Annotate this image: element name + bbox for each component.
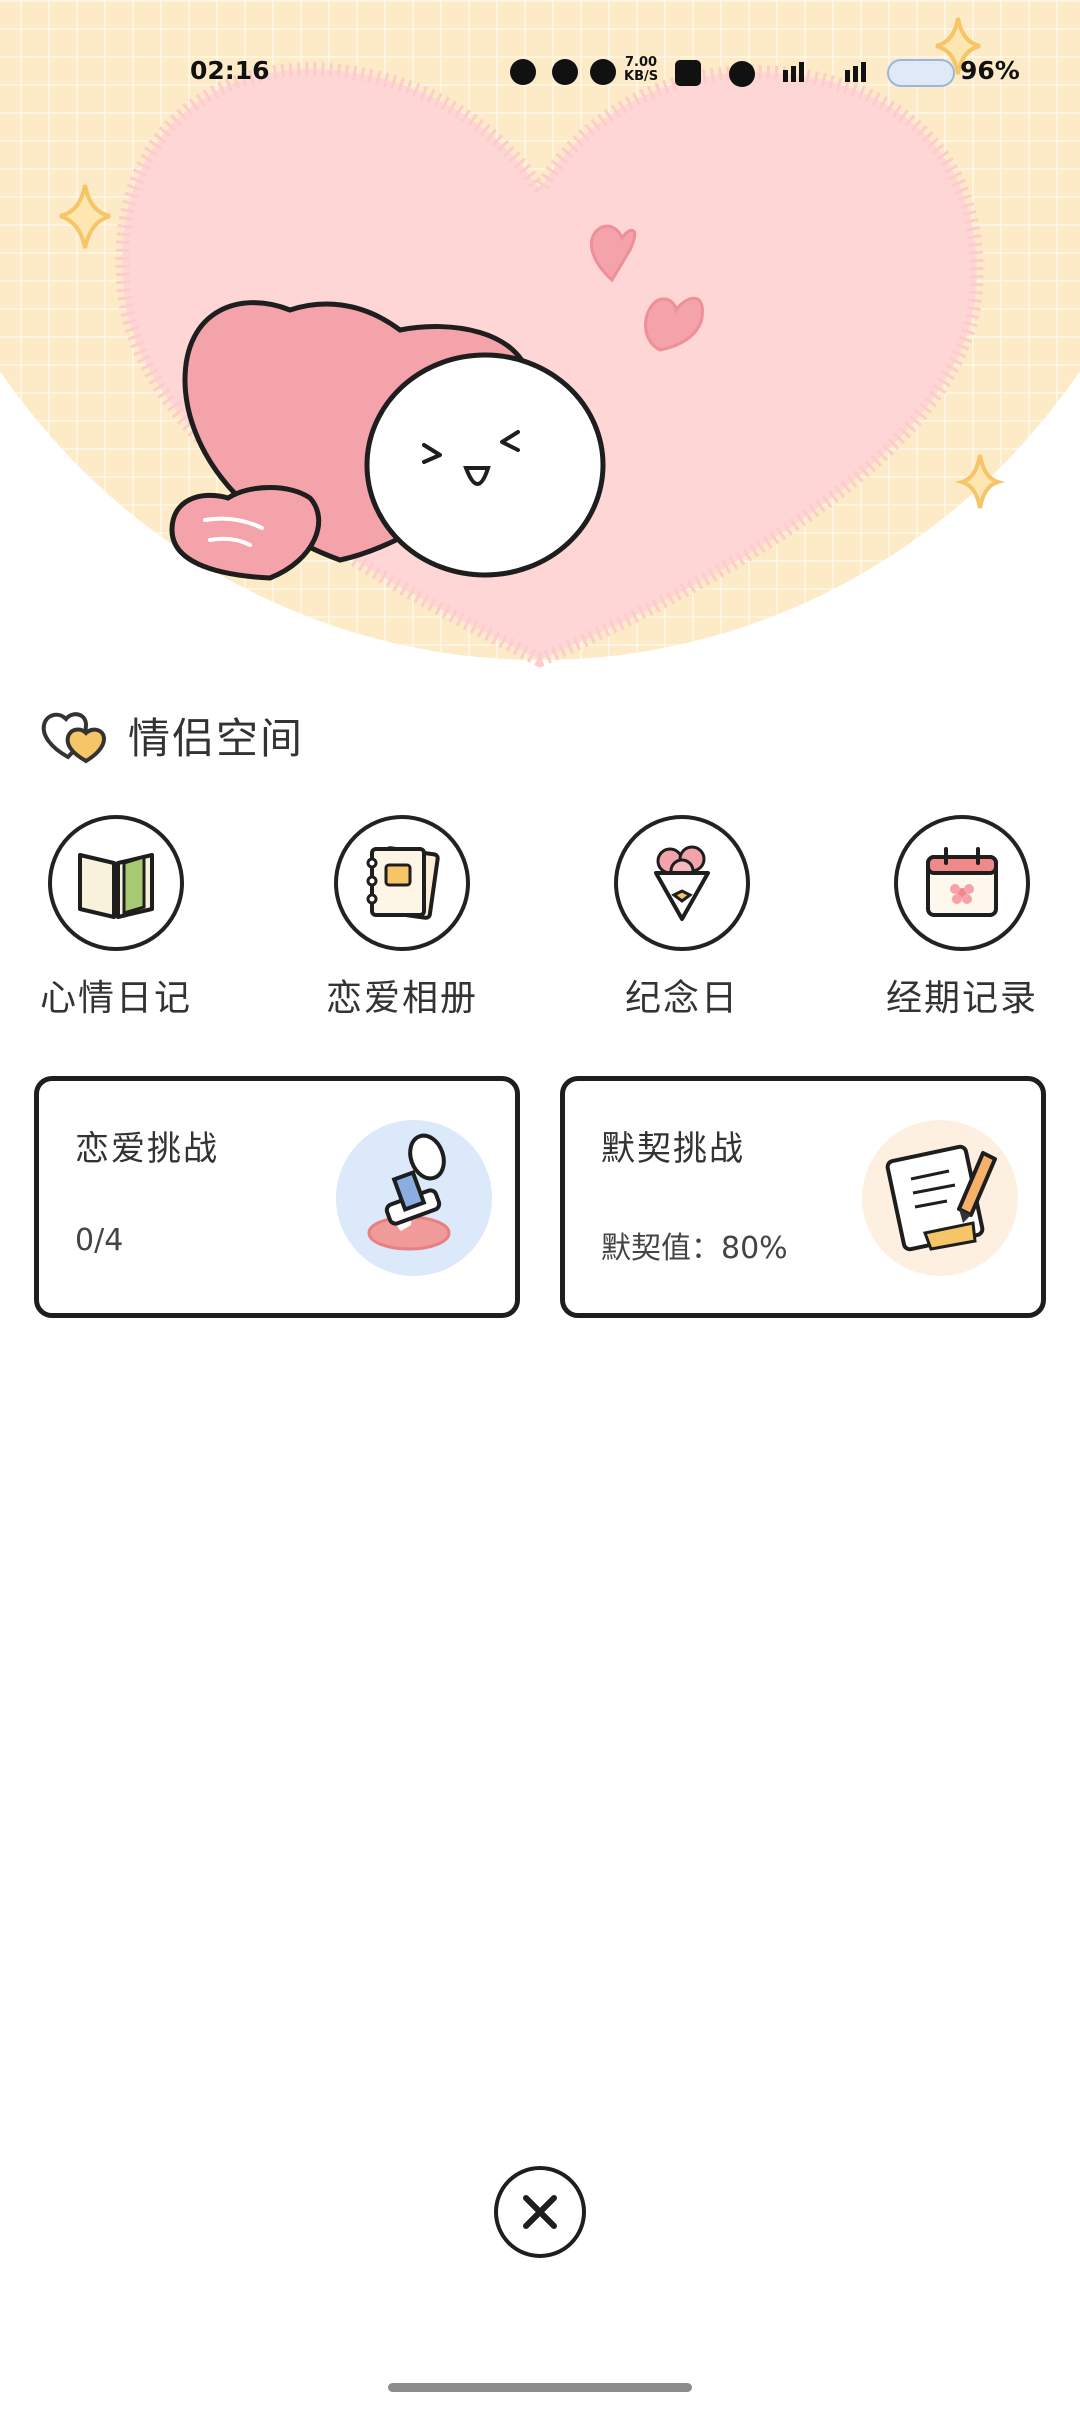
section-title: 情侣空间 — [128, 713, 305, 763]
close-icon — [523, 2195, 557, 2229]
album-icon — [366, 846, 440, 920]
feature-label: 恋爱相册 — [325, 978, 478, 1019]
status-icons — [510, 59, 955, 87]
feature-anniversary-circle[interactable] — [614, 815, 750, 951]
couple-hearts-icon — [41, 712, 107, 764]
notepad-pencil-icon — [862, 1120, 1018, 1276]
network-speed-value: 7.00 — [625, 55, 658, 70]
feature-mood-diary[interactable]: 心情日记 — [6, 815, 226, 1021]
feature-period-record[interactable]: 经期记录 — [852, 815, 1072, 1021]
network-speed: 7.00 KB/S — [624, 56, 658, 84]
book-icon — [78, 853, 154, 919]
card-score: 默契值：80% — [601, 1231, 788, 1266]
love-challenge-card[interactable]: 恋爱挑战 0/4 — [34, 1076, 520, 1318]
header-banner — [0, 0, 1080, 670]
tacit-challenge-card[interactable]: 默契挑战 默契值：80% — [560, 1076, 1046, 1318]
bouquet-icon — [654, 845, 710, 921]
section-header: 情侣空间 — [40, 700, 304, 770]
feature-mood-diary-circle[interactable] — [48, 815, 184, 951]
battery-level: 96% — [960, 56, 1020, 85]
status-bar: 02:16 7.00 KB/S 96% — [0, 52, 1080, 92]
card-title: 恋爱挑战 — [75, 1129, 219, 1169]
feature-love-album[interactable]: 恋爱相册 — [292, 815, 512, 1021]
stamp-icon — [336, 1120, 492, 1276]
feature-label: 经期记录 — [885, 978, 1038, 1019]
feature-love-album-circle[interactable] — [334, 815, 470, 951]
feature-label: 心情日记 — [39, 978, 192, 1019]
feature-label: 纪念日 — [624, 978, 739, 1019]
feature-period-record-circle[interactable] — [894, 815, 1030, 951]
close-button[interactable] — [494, 2166, 586, 2258]
network-speed-unit: KB/S — [624, 69, 659, 84]
calendar-icon — [926, 847, 998, 917]
card-progress: 0/4 — [75, 1223, 124, 1258]
card-title: 默契挑战 — [601, 1129, 745, 1169]
status-time: 02:16 — [190, 56, 270, 85]
home-indicator[interactable] — [388, 2383, 692, 2392]
feature-anniversary[interactable]: 纪念日 — [572, 815, 792, 1021]
couple-heart-illustration — [59, 17, 1006, 668]
